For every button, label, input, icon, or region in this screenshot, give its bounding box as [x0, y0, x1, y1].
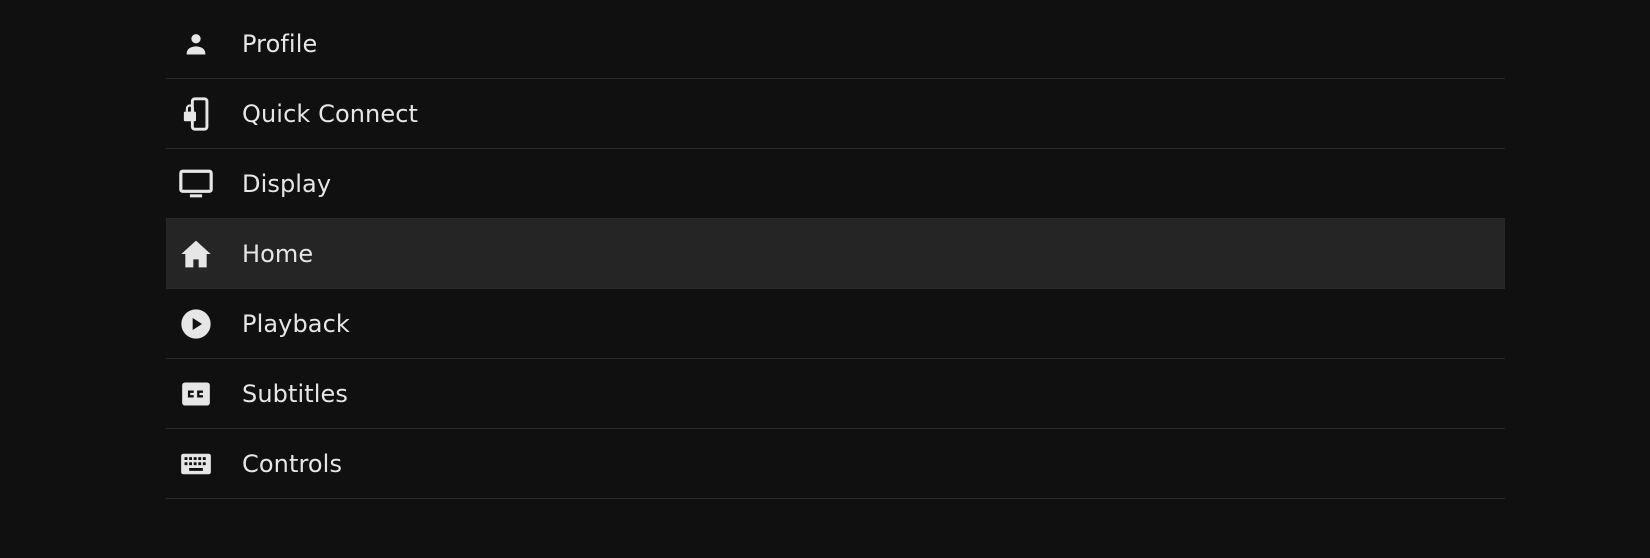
- menu-item-label: Subtitles: [242, 379, 349, 408]
- menu-item-label: Playback: [242, 309, 350, 338]
- monitor-icon: [166, 149, 226, 219]
- menu-item-display[interactable]: Display: [166, 149, 1505, 219]
- home-icon: [166, 219, 226, 289]
- menu-item-label: Controls: [242, 449, 343, 478]
- menu-item-label: Profile: [242, 29, 318, 58]
- menu-item-label: Display: [242, 169, 332, 198]
- phonelink-lock-icon: [166, 79, 226, 149]
- menu-item-playback[interactable]: Playback: [166, 289, 1505, 359]
- keyboard-icon: [166, 429, 226, 499]
- play-circle-icon: [166, 289, 226, 359]
- menu-item-label: Home: [242, 239, 314, 268]
- menu-item-profile[interactable]: Profile: [166, 9, 1505, 79]
- menu-item-controls[interactable]: Controls: [166, 429, 1505, 499]
- menu-item-subtitles[interactable]: Subtitles: [166, 359, 1505, 429]
- closed-caption-icon: [166, 359, 226, 429]
- menu-item-label: Quick Connect: [242, 99, 419, 128]
- menu-item-quick-connect[interactable]: Quick Connect: [166, 79, 1505, 149]
- settings-page: Profile Quick Connect Display Home Playb…: [0, 0, 1650, 558]
- menu-item-home[interactable]: Home: [166, 219, 1505, 289]
- person-icon: [166, 9, 226, 79]
- settings-menu: Profile Quick Connect Display Home Playb…: [166, 9, 1505, 499]
